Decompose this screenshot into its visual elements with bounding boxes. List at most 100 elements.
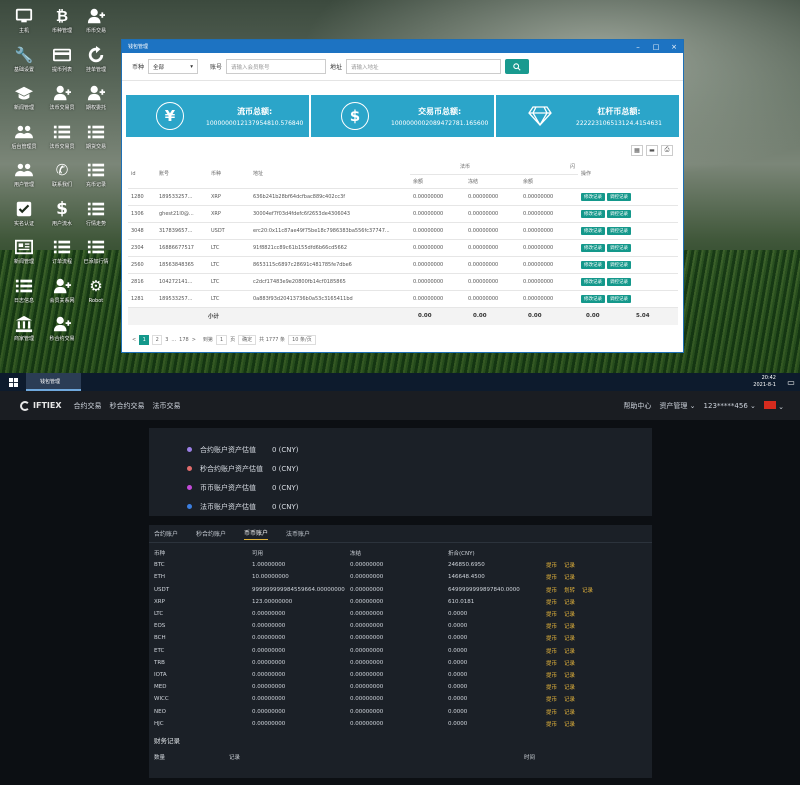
currency-select[interactable]: 全部 ▾ xyxy=(148,59,199,74)
nav-help[interactable]: 帮助中心 xyxy=(623,401,651,411)
desktop-icon[interactable]: 法币交易员 xyxy=(45,122,79,162)
wallet-action-link[interactable]: 提币 xyxy=(546,575,557,581)
desktop-icon[interactable]: 挂单管理 xyxy=(79,45,113,85)
page-3[interactable]: 3 xyxy=(165,337,168,343)
wallet-action-link[interactable]: 记录 xyxy=(564,710,575,716)
wallet-action-link[interactable]: 提币 xyxy=(546,649,557,655)
page-last[interactable]: 178 xyxy=(179,337,189,343)
wallet-action-link[interactable]: 提币 xyxy=(546,588,557,594)
adjust-record-button[interactable]: 调控记录 xyxy=(607,192,632,201)
tab-coin[interactable]: 币币账户 xyxy=(244,528,269,540)
wallet-action-link[interactable]: 提币 xyxy=(546,697,557,703)
desktop-icon[interactable]: 后台管理员 xyxy=(7,122,41,162)
language-select[interactable]: ⌄ xyxy=(763,400,784,411)
desktop-icon[interactable]: 商家管理 xyxy=(7,314,41,354)
desktop-icon[interactable]: ⚙ Robot xyxy=(79,276,113,316)
nav-second-contract[interactable]: 秒合约交易 xyxy=(110,401,145,411)
desktop-icon[interactable]: 币币交易 xyxy=(79,6,113,46)
desktop-icon[interactable]: 期权委托 xyxy=(79,83,113,123)
maximize-button[interactable]: □ xyxy=(647,43,665,51)
notification-icon[interactable]: ▭ xyxy=(782,378,800,387)
nav-user[interactable]: 123*****456 ⌄ xyxy=(704,402,756,410)
desktop-icon[interactable]: 订单流程 xyxy=(45,237,79,277)
desktop-icon[interactable]: 实名认证 xyxy=(7,199,41,239)
wallet-action-link[interactable]: 记录 xyxy=(564,612,575,618)
wallet-action-link[interactable]: 记录 xyxy=(564,685,575,691)
wallet-action-link[interactable]: 记录 xyxy=(564,600,575,606)
desktop-icon[interactable]: 期货交易 xyxy=(79,122,113,162)
wallet-action-link[interactable]: 提币 xyxy=(546,722,557,728)
desktop-icon[interactable]: ₿ 币种管理 xyxy=(45,6,79,46)
edit-record-button[interactable]: 修改记录 xyxy=(581,260,606,269)
adjust-record-button[interactable]: 调控记录 xyxy=(607,294,632,303)
page-2[interactable]: 2 xyxy=(152,334,163,345)
wallet-action-link[interactable]: 提币 xyxy=(546,673,557,679)
wallet-action-link[interactable]: 提币 xyxy=(546,624,557,630)
desktop-icon[interactable]: 新闻管理 xyxy=(7,83,41,123)
adjust-record-button[interactable]: 调控记录 xyxy=(607,277,632,286)
wallet-action-link[interactable]: 记录 xyxy=(564,697,575,703)
goto-confirm-button[interactable]: 确定 xyxy=(238,334,257,345)
adjust-record-button[interactable]: 调控记录 xyxy=(607,226,632,235)
desktop-icon[interactable]: 日志信息 xyxy=(7,276,41,316)
tab-contract[interactable]: 合约账户 xyxy=(154,529,178,538)
wallet-action-link[interactable]: 划转 xyxy=(564,588,575,594)
close-button[interactable]: × xyxy=(665,43,683,51)
wallet-action-link[interactable]: 记录 xyxy=(582,588,593,594)
next-page-button[interactable]: > xyxy=(192,337,196,343)
search-button[interactable] xyxy=(505,59,530,74)
desktop-icon[interactable]: $ 用户流水 xyxy=(45,199,79,239)
wallet-action-link[interactable]: 提币 xyxy=(546,685,557,691)
desktop-icon[interactable]: 新闻管理 xyxy=(7,237,41,277)
wallet-action-link[interactable]: 记录 xyxy=(564,575,575,581)
wallet-action-link[interactable]: 提币 xyxy=(546,563,557,569)
edit-record-button[interactable]: 修改记录 xyxy=(581,226,606,235)
export-icon[interactable]: ▬ xyxy=(646,144,658,156)
adjust-record-button[interactable]: 调控记录 xyxy=(607,209,632,218)
desktop-icon[interactable]: 主机 xyxy=(7,6,41,46)
wallet-action-link[interactable]: 提币 xyxy=(546,710,557,716)
tab-second-contract[interactable]: 秒合约账户 xyxy=(196,529,226,538)
wallet-action-link[interactable]: 记录 xyxy=(564,563,575,569)
columns-icon[interactable]: ▦ xyxy=(631,144,643,156)
desktop-icon[interactable]: 秒合约交易 xyxy=(45,314,79,354)
desktop-icon[interactable]: 充币记录 xyxy=(79,160,113,200)
desktop-icon[interactable]: 法币交易员 xyxy=(45,83,79,123)
wallet-action-link[interactable]: 提币 xyxy=(546,636,557,642)
wallet-action-link[interactable]: 记录 xyxy=(564,661,575,667)
wallet-action-link[interactable]: 记录 xyxy=(564,722,575,728)
desktop-icon[interactable]: 🔧 基础设置 xyxy=(7,45,41,85)
adjust-record-button[interactable]: 调控记录 xyxy=(607,260,632,269)
desktop-icon[interactable]: 已添加行情 xyxy=(79,237,113,277)
wallet-action-link[interactable]: 提币 xyxy=(546,612,557,618)
taskbar-item-wallet[interactable]: 钱包管理 xyxy=(26,373,81,391)
desktop-icon[interactable]: 会员关系网 xyxy=(45,276,79,316)
tab-fiat[interactable]: 法币账户 xyxy=(286,529,310,538)
page-1[interactable]: 1 xyxy=(139,334,150,345)
edit-record-button[interactable]: 修改记录 xyxy=(581,209,606,218)
edit-record-button[interactable]: 修改记录 xyxy=(581,192,606,201)
prev-page-button[interactable]: < xyxy=(132,337,136,343)
edit-record-button[interactable]: 修改记录 xyxy=(581,294,606,303)
wallet-action-link[interactable]: 提币 xyxy=(546,661,557,667)
print-icon[interactable]: ⎙ xyxy=(661,144,673,156)
edit-record-button[interactable]: 修改记录 xyxy=(581,277,606,286)
wallet-action-link[interactable]: 提币 xyxy=(546,600,557,606)
adjust-record-button[interactable]: 调控记录 xyxy=(607,243,632,252)
edit-record-button[interactable]: 修改记录 xyxy=(581,243,606,252)
nav-contract[interactable]: 合约交易 xyxy=(74,401,102,411)
desktop-icon[interactable]: 行情走势 xyxy=(79,199,113,239)
wallet-action-link[interactable]: 记录 xyxy=(564,673,575,679)
minimize-button[interactable]: – xyxy=(629,43,647,51)
wallet-action-link[interactable]: 记录 xyxy=(564,636,575,642)
site-logo[interactable]: IFTIEX xyxy=(20,400,62,411)
page-input[interactable]: 1 xyxy=(215,334,228,345)
start-button[interactable] xyxy=(0,377,26,387)
wallet-action-link[interactable]: 记录 xyxy=(564,624,575,630)
desktop-icon[interactable]: ✆ 联系我们 xyxy=(45,160,79,200)
nav-fiat[interactable]: 法币交易 xyxy=(153,401,181,411)
address-input[interactable]: 请输入地址 xyxy=(346,59,502,74)
wallet-action-link[interactable]: 记录 xyxy=(564,649,575,655)
desktop-icon[interactable]: 提币列表 xyxy=(45,45,79,85)
nav-assets[interactable]: 资产管理 ⌄ xyxy=(659,401,695,411)
